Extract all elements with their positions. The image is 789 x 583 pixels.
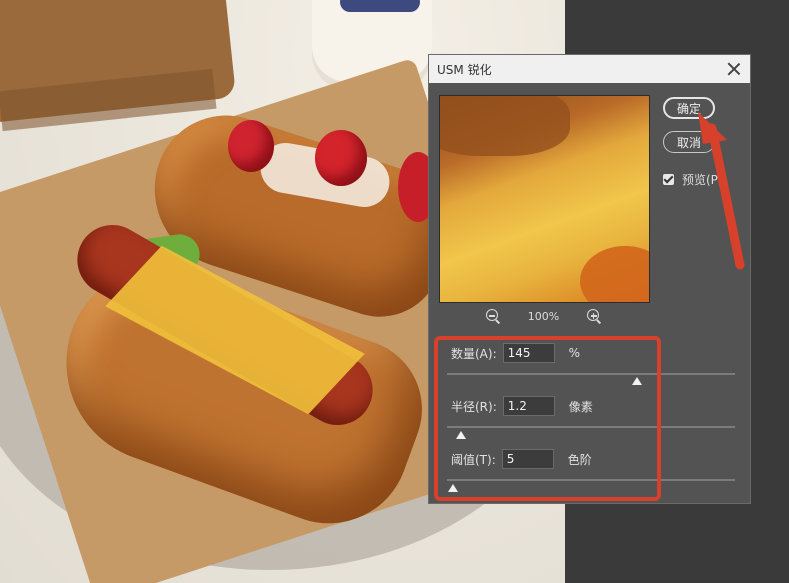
dialog-title: USM 锐化 — [437, 62, 492, 77]
ok-button[interactable]: 确定 — [663, 97, 715, 119]
zoom-controls: 100% — [439, 309, 648, 324]
preview-detail — [580, 246, 649, 302]
preview-image[interactable] — [439, 95, 650, 303]
cancel-button[interactable]: 取消 — [663, 131, 715, 153]
preview-detail — [440, 96, 570, 156]
preview-label: 预览(P) — [682, 173, 723, 187]
zoom-out-icon[interactable] — [485, 309, 500, 324]
preview-checkbox[interactable] — [663, 174, 674, 185]
zoom-level: 100% — [527, 309, 560, 323]
close-icon[interactable] — [726, 61, 742, 77]
preview-toggle[interactable]: 预览(P) — [663, 171, 723, 188]
parameters-highlight-box — [434, 336, 661, 501]
dialog-titlebar[interactable]: USM 锐化 — [429, 55, 750, 83]
blueberries — [340, 0, 420, 12]
strawberry — [228, 120, 274, 172]
zoom-in-icon[interactable] — [587, 309, 602, 324]
strawberry — [315, 130, 367, 186]
